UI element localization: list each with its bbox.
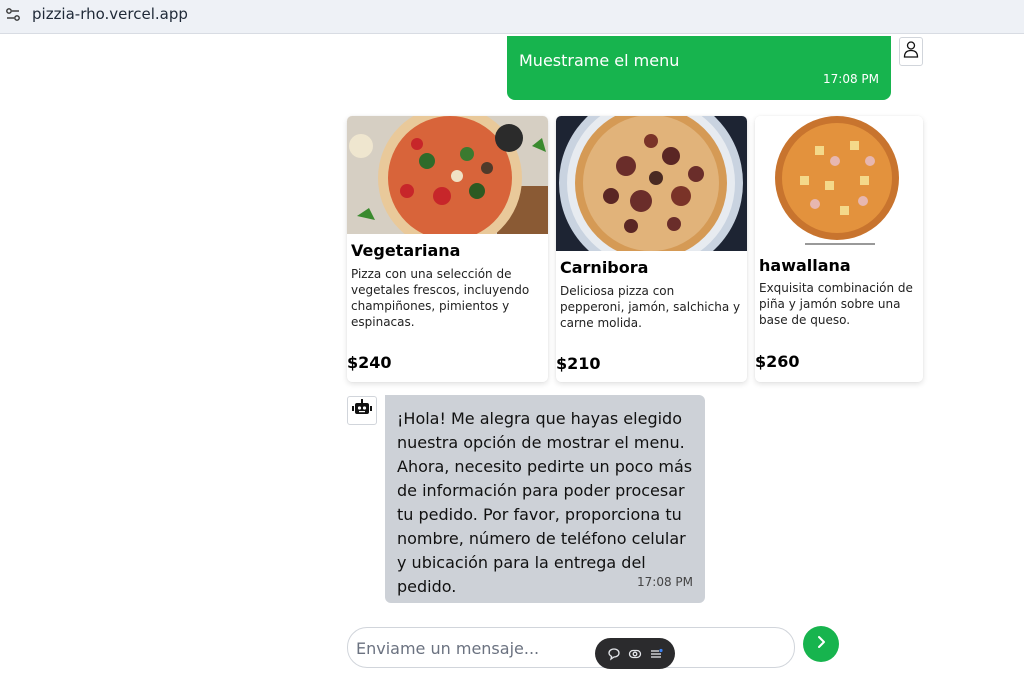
pizza-description: Deliciosa pizza con pepperoni, jamón, sa… [560,284,741,330]
user-avatar [899,37,923,66]
user-message-text: Muestrame el menu [519,51,680,70]
message-composer [347,627,795,668]
pizza-price: $260 [755,352,800,371]
pizza-name: hawallana [759,256,851,275]
url-text[interactable]: pizzia-rho.vercel.app [32,5,188,23]
pizza-description: Exquisita combinación de piña y jamón so… [759,281,913,327]
robot-icon [352,399,372,422]
bot-message-bubble: ¡Hola! Me alegra que hayas elegido nuest… [385,395,705,603]
pizza-name: Carnibora [560,258,649,277]
pizza-price: $240 [347,353,392,372]
send-button[interactable] [803,626,839,662]
pizza-image-carnibora [556,116,747,251]
menu-card-carnibora[interactable]: Carnibora Deliciosa pizza con pepperoni,… [556,116,747,382]
bot-message-time: 17:08 PM [637,575,693,589]
comment-icon[interactable] [607,647,621,661]
browser-address-bar: pizzia-rho.vercel.app [0,0,1024,34]
menu-card-vegetariana[interactable]: Vegetariana Pizza con una selección de v… [347,116,548,382]
bot-avatar [347,396,377,425]
pizza-image-vegetariana [347,116,548,234]
user-message-time: 17:08 PM [823,72,879,86]
site-settings-icon[interactable] [4,6,22,24]
pizza-description: Pizza con una selección de vegetales fre… [351,267,530,329]
chevron-right-icon [813,634,829,655]
pizza-image-hawallana [755,116,923,249]
bot-message-text: ¡Hola! Me alegra que hayas elegido nuest… [397,409,693,596]
user-message-bubble: Muestrame el menu 17:08 PM [507,36,891,100]
user-icon [903,40,919,63]
eye-icon[interactable] [628,647,642,661]
menu-icon[interactable] [649,647,663,661]
pizza-price: $210 [556,354,601,373]
menu-card-hawallana[interactable]: hawallana Exquisita combinación de piña … [755,116,923,382]
message-input[interactable] [356,636,596,660]
floating-toolbar [595,638,675,669]
pizza-name: Vegetariana [351,241,461,260]
